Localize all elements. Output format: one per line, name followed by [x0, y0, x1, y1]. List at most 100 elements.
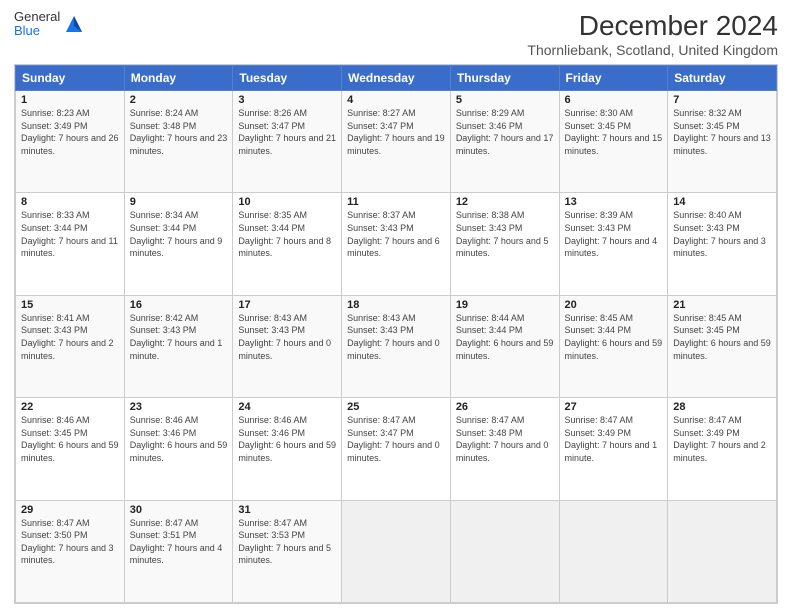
day-detail: Sunrise: 8:38 AMSunset: 3:43 PMDaylight:… [456, 209, 554, 259]
day-number: 15 [21, 299, 119, 311]
calendar-week-row: 1Sunrise: 8:23 AMSunset: 3:49 PMDaylight… [16, 91, 777, 193]
calendar-week-row: 8Sunrise: 8:33 AMSunset: 3:44 PMDaylight… [16, 193, 777, 295]
calendar-cell: 8Sunrise: 8:33 AMSunset: 3:44 PMDaylight… [16, 193, 125, 295]
day-detail: Sunrise: 8:45 AMSunset: 3:44 PMDaylight:… [565, 312, 663, 362]
day-detail: Sunrise: 8:29 AMSunset: 3:46 PMDaylight:… [456, 107, 554, 157]
day-detail: Sunrise: 8:34 AMSunset: 3:44 PMDaylight:… [130, 209, 228, 259]
calendar-body: 1Sunrise: 8:23 AMSunset: 3:49 PMDaylight… [16, 91, 777, 603]
calendar: SundayMondayTuesdayWednesdayThursdayFrid… [14, 64, 778, 604]
weekday-header: Wednesday [342, 66, 451, 91]
day-number: 26 [456, 401, 554, 413]
day-number: 17 [238, 299, 336, 311]
day-detail: Sunrise: 8:39 AMSunset: 3:43 PMDaylight:… [565, 209, 663, 259]
day-detail: Sunrise: 8:47 AMSunset: 3:53 PMDaylight:… [238, 517, 336, 567]
weekday-header: Saturday [668, 66, 777, 91]
day-detail: Sunrise: 8:41 AMSunset: 3:43 PMDaylight:… [21, 312, 119, 362]
weekday-header: Tuesday [233, 66, 342, 91]
day-detail: Sunrise: 8:47 AMSunset: 3:49 PMDaylight:… [565, 414, 663, 464]
day-detail: Sunrise: 8:32 AMSunset: 3:45 PMDaylight:… [673, 107, 771, 157]
calendar-week-row: 22Sunrise: 8:46 AMSunset: 3:45 PMDayligh… [16, 398, 777, 500]
title-section: December 2024 Thornliebank, Scotland, Un… [527, 10, 778, 58]
calendar-cell: 26Sunrise: 8:47 AMSunset: 3:48 PMDayligh… [450, 398, 559, 500]
calendar-cell: 12Sunrise: 8:38 AMSunset: 3:43 PMDayligh… [450, 193, 559, 295]
calendar-cell [559, 500, 668, 602]
day-detail: Sunrise: 8:43 AMSunset: 3:43 PMDaylight:… [347, 312, 445, 362]
day-number: 12 [456, 196, 554, 208]
calendar-cell: 23Sunrise: 8:46 AMSunset: 3:46 PMDayligh… [124, 398, 233, 500]
calendar-cell: 9Sunrise: 8:34 AMSunset: 3:44 PMDaylight… [124, 193, 233, 295]
day-detail: Sunrise: 8:33 AMSunset: 3:44 PMDaylight:… [21, 209, 119, 259]
calendar-cell: 13Sunrise: 8:39 AMSunset: 3:43 PMDayligh… [559, 193, 668, 295]
location: Thornliebank, Scotland, United Kingdom [527, 42, 778, 58]
day-number: 7 [673, 94, 771, 106]
day-number: 1 [21, 94, 119, 106]
day-detail: Sunrise: 8:35 AMSunset: 3:44 PMDaylight:… [238, 209, 336, 259]
day-detail: Sunrise: 8:27 AMSunset: 3:47 PMDaylight:… [347, 107, 445, 157]
logo-blue: Blue [14, 24, 60, 38]
calendar-cell: 28Sunrise: 8:47 AMSunset: 3:49 PMDayligh… [668, 398, 777, 500]
calendar-cell: 15Sunrise: 8:41 AMSunset: 3:43 PMDayligh… [16, 295, 125, 397]
logo-text: General Blue [14, 10, 60, 39]
day-detail: Sunrise: 8:30 AMSunset: 3:45 PMDaylight:… [565, 107, 663, 157]
day-detail: Sunrise: 8:26 AMSunset: 3:47 PMDaylight:… [238, 107, 336, 157]
calendar-cell: 2Sunrise: 8:24 AMSunset: 3:48 PMDaylight… [124, 91, 233, 193]
calendar-cell: 6Sunrise: 8:30 AMSunset: 3:45 PMDaylight… [559, 91, 668, 193]
day-detail: Sunrise: 8:24 AMSunset: 3:48 PMDaylight:… [130, 107, 228, 157]
day-number: 11 [347, 196, 445, 208]
day-number: 14 [673, 196, 771, 208]
calendar-cell: 30Sunrise: 8:47 AMSunset: 3:51 PMDayligh… [124, 500, 233, 602]
day-detail: Sunrise: 8:43 AMSunset: 3:43 PMDaylight:… [238, 312, 336, 362]
calendar-cell: 27Sunrise: 8:47 AMSunset: 3:49 PMDayligh… [559, 398, 668, 500]
day-detail: Sunrise: 8:37 AMSunset: 3:43 PMDaylight:… [347, 209, 445, 259]
day-detail: Sunrise: 8:47 AMSunset: 3:48 PMDaylight:… [456, 414, 554, 464]
calendar-cell: 7Sunrise: 8:32 AMSunset: 3:45 PMDaylight… [668, 91, 777, 193]
day-detail: Sunrise: 8:42 AMSunset: 3:43 PMDaylight:… [130, 312, 228, 362]
logo: General Blue [14, 10, 84, 39]
day-number: 22 [21, 401, 119, 413]
calendar-cell: 4Sunrise: 8:27 AMSunset: 3:47 PMDaylight… [342, 91, 451, 193]
calendar-cell: 21Sunrise: 8:45 AMSunset: 3:45 PMDayligh… [668, 295, 777, 397]
day-detail: Sunrise: 8:47 AMSunset: 3:50 PMDaylight:… [21, 517, 119, 567]
weekday-header: Thursday [450, 66, 559, 91]
day-number: 2 [130, 94, 228, 106]
day-number: 27 [565, 401, 663, 413]
calendar-cell: 18Sunrise: 8:43 AMSunset: 3:43 PMDayligh… [342, 295, 451, 397]
calendar-cell [668, 500, 777, 602]
calendar-cell [450, 500, 559, 602]
day-number: 5 [456, 94, 554, 106]
calendar-cell: 24Sunrise: 8:46 AMSunset: 3:46 PMDayligh… [233, 398, 342, 500]
day-detail: Sunrise: 8:46 AMSunset: 3:46 PMDaylight:… [130, 414, 228, 464]
day-number: 10 [238, 196, 336, 208]
day-number: 29 [21, 504, 119, 516]
calendar-cell: 10Sunrise: 8:35 AMSunset: 3:44 PMDayligh… [233, 193, 342, 295]
calendar-cell [342, 500, 451, 602]
day-detail: Sunrise: 8:46 AMSunset: 3:46 PMDaylight:… [238, 414, 336, 464]
calendar-table: SundayMondayTuesdayWednesdayThursdayFrid… [15, 65, 777, 603]
day-number: 4 [347, 94, 445, 106]
calendar-cell: 3Sunrise: 8:26 AMSunset: 3:47 PMDaylight… [233, 91, 342, 193]
day-number: 18 [347, 299, 445, 311]
day-number: 6 [565, 94, 663, 106]
calendar-cell: 19Sunrise: 8:44 AMSunset: 3:44 PMDayligh… [450, 295, 559, 397]
day-number: 21 [673, 299, 771, 311]
calendar-cell: 29Sunrise: 8:47 AMSunset: 3:50 PMDayligh… [16, 500, 125, 602]
day-number: 20 [565, 299, 663, 311]
logo-general: General [14, 10, 60, 24]
day-number: 31 [238, 504, 336, 516]
calendar-header: SundayMondayTuesdayWednesdayThursdayFrid… [16, 66, 777, 91]
day-detail: Sunrise: 8:47 AMSunset: 3:51 PMDaylight:… [130, 517, 228, 567]
month-title: December 2024 [527, 10, 778, 42]
day-number: 16 [130, 299, 228, 311]
calendar-cell: 31Sunrise: 8:47 AMSunset: 3:53 PMDayligh… [233, 500, 342, 602]
day-number: 30 [130, 504, 228, 516]
day-detail: Sunrise: 8:46 AMSunset: 3:45 PMDaylight:… [21, 414, 119, 464]
day-number: 8 [21, 196, 119, 208]
main-container: General Blue December 2024 Thornliebank,… [0, 0, 792, 612]
calendar-cell: 11Sunrise: 8:37 AMSunset: 3:43 PMDayligh… [342, 193, 451, 295]
calendar-cell: 1Sunrise: 8:23 AMSunset: 3:49 PMDaylight… [16, 91, 125, 193]
day-detail: Sunrise: 8:47 AMSunset: 3:47 PMDaylight:… [347, 414, 445, 464]
calendar-cell: 20Sunrise: 8:45 AMSunset: 3:44 PMDayligh… [559, 295, 668, 397]
day-detail: Sunrise: 8:40 AMSunset: 3:43 PMDaylight:… [673, 209, 771, 259]
day-number: 13 [565, 196, 663, 208]
calendar-week-row: 29Sunrise: 8:47 AMSunset: 3:50 PMDayligh… [16, 500, 777, 602]
